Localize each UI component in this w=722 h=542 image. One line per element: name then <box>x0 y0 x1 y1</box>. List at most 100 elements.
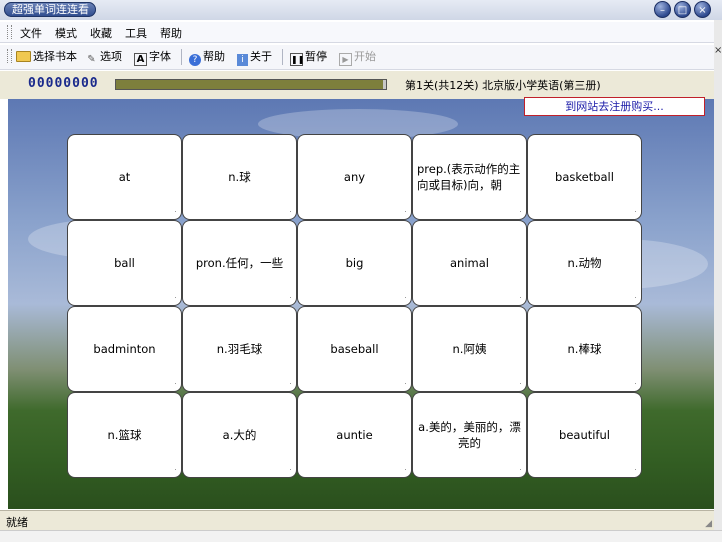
word-card[interactable]: baseball <box>298 307 411 391</box>
card-corner-mark <box>405 383 406 384</box>
word-card-text: beautiful <box>559 428 610 442</box>
word-card[interactable]: a.大的 <box>183 393 296 477</box>
word-card-text: n.动物 <box>567 256 602 270</box>
word-card[interactable]: basketball <box>528 135 641 219</box>
card-corner-mark <box>405 297 406 298</box>
register-buy-link[interactable]: 到网站去注册购买... <box>524 97 705 116</box>
about-button[interactable]: i 关于 <box>237 49 272 66</box>
word-card[interactable]: ball <box>68 221 181 305</box>
word-card-text: at <box>118 170 131 184</box>
font-label: 字体 <box>149 50 171 63</box>
title-bar: 超强单词连连看 – □ × <box>0 0 722 20</box>
toolbar-grip[interactable] <box>7 49 12 63</box>
close-icon: × <box>698 5 707 16</box>
word-card-text: n.羽毛球 <box>216 342 263 356</box>
toolbar-separator <box>181 49 182 65</box>
word-card-text: n.球 <box>228 170 251 184</box>
word-card[interactable]: n.棒球 <box>528 307 641 391</box>
maximize-button[interactable]: □ <box>674 1 691 18</box>
word-card[interactable]: prep.(表示动作的主向或目标)向，朝 <box>413 135 526 219</box>
menu-help[interactable]: 帮助 <box>160 25 182 41</box>
help-label: 帮助 <box>203 50 225 63</box>
word-card[interactable]: at <box>68 135 181 219</box>
options-label: 选项 <box>100 50 122 63</box>
pause-button[interactable]: ❚❚暂停 <box>290 49 327 66</box>
word-card-text: basketball <box>555 170 614 184</box>
toolbar-separator <box>282 49 283 65</box>
pause-label: 暂停 <box>305 50 327 63</box>
options-button[interactable]: ✎ 选项 <box>85 49 122 65</box>
status-text: 就绪 <box>6 516 28 529</box>
card-corner-mark <box>175 211 176 212</box>
card-corner-mark <box>520 383 521 384</box>
adjacent-window-close-icon: × <box>714 45 722 56</box>
word-card[interactable]: big <box>298 221 411 305</box>
word-card[interactable]: n.篮球 <box>68 393 181 477</box>
word-card[interactable]: a.美的，美丽的，漂亮的 <box>413 393 526 477</box>
game-status-strip: 00000000 第1关(共12关) 北京版小学英语(第三册) <box>0 71 714 99</box>
card-corner-mark <box>635 297 636 298</box>
desktop-bottom-edge <box>0 530 722 542</box>
card-corner-mark <box>635 383 636 384</box>
play-icon: ▶ <box>339 53 352 66</box>
card-corner-mark <box>635 211 636 212</box>
word-card[interactable]: auntie <box>298 393 411 477</box>
about-icon: i <box>237 54 248 66</box>
card-corner-mark <box>175 383 176 384</box>
menu-grip[interactable] <box>7 25 12 39</box>
menu-bar: 文件 模式 收藏 工具 帮助 <box>0 22 714 43</box>
word-card-text: n.篮球 <box>107 428 142 442</box>
word-card[interactable]: n.球 <box>183 135 296 219</box>
word-card-text: a.美的，美丽的，漂亮的 <box>418 420 521 450</box>
menu-file[interactable]: 文件 <box>20 25 42 41</box>
card-corner-mark <box>405 469 406 470</box>
card-corner-mark <box>175 469 176 470</box>
time-progress-bar <box>115 79 387 90</box>
status-bar: 就绪 ◢ <box>0 510 714 531</box>
card-corner-mark <box>290 469 291 470</box>
menu-favorites[interactable]: 收藏 <box>90 25 112 41</box>
minimize-button[interactable]: – <box>654 1 671 18</box>
word-card[interactable]: n.阿姨 <box>413 307 526 391</box>
resize-grip-icon[interactable]: ◢ <box>705 519 712 529</box>
card-corner-mark <box>290 211 291 212</box>
start-label: 开始 <box>354 50 376 63</box>
word-card-text: any <box>343 170 366 184</box>
word-card-text: animal <box>450 256 489 270</box>
maximize-icon: □ <box>677 5 688 16</box>
help-icon: ? <box>189 54 201 66</box>
help-button[interactable]: ? 帮助 <box>189 49 225 66</box>
font-button[interactable]: A 字体 <box>134 49 171 66</box>
word-card[interactable]: badminton <box>68 307 181 391</box>
card-corner-mark <box>520 297 521 298</box>
select-book-label: 选择书本 <box>33 50 77 63</box>
word-card[interactable]: n.羽毛球 <box>183 307 296 391</box>
word-card-text: big <box>345 256 364 270</box>
card-corner-mark <box>290 297 291 298</box>
word-card[interactable]: animal <box>413 221 526 305</box>
menu-mode[interactable]: 模式 <box>55 25 77 41</box>
close-button[interactable]: × <box>694 1 711 18</box>
word-card-text: baseball <box>330 342 379 356</box>
word-card[interactable]: beautiful <box>528 393 641 477</box>
wrench-icon: ✎ <box>87 54 96 65</box>
menu-tools[interactable]: 工具 <box>125 25 147 41</box>
word-card-text: pron.任何，一些 <box>195 256 284 270</box>
select-book-button[interactable]: 选择书本 <box>16 49 77 65</box>
time-progress-fill <box>116 80 384 89</box>
card-corner-mark <box>290 383 291 384</box>
toolbar: 选择书本 ✎ 选项 A 字体 ? 帮助 i 关于 ❚❚暂停 ▶ 开始 <box>0 45 714 70</box>
card-corner-mark <box>635 469 636 470</box>
word-card-text: n.棒球 <box>567 342 602 356</box>
card-corner-mark <box>175 297 176 298</box>
word-card[interactable]: any <box>298 135 411 219</box>
card-corner-mark <box>520 469 521 470</box>
adjacent-window-edge: × <box>714 20 722 541</box>
word-card[interactable]: n.动物 <box>528 221 641 305</box>
word-card-text: n.阿姨 <box>452 342 487 356</box>
word-card-text: badminton <box>93 342 156 356</box>
word-card[interactable]: pron.任何，一些 <box>183 221 296 305</box>
word-card-text: prep.(表示动作的主向或目标)向，朝 <box>417 162 521 192</box>
start-button[interactable]: ▶ 开始 <box>339 49 376 66</box>
pause-icon: ❚❚ <box>290 53 305 66</box>
